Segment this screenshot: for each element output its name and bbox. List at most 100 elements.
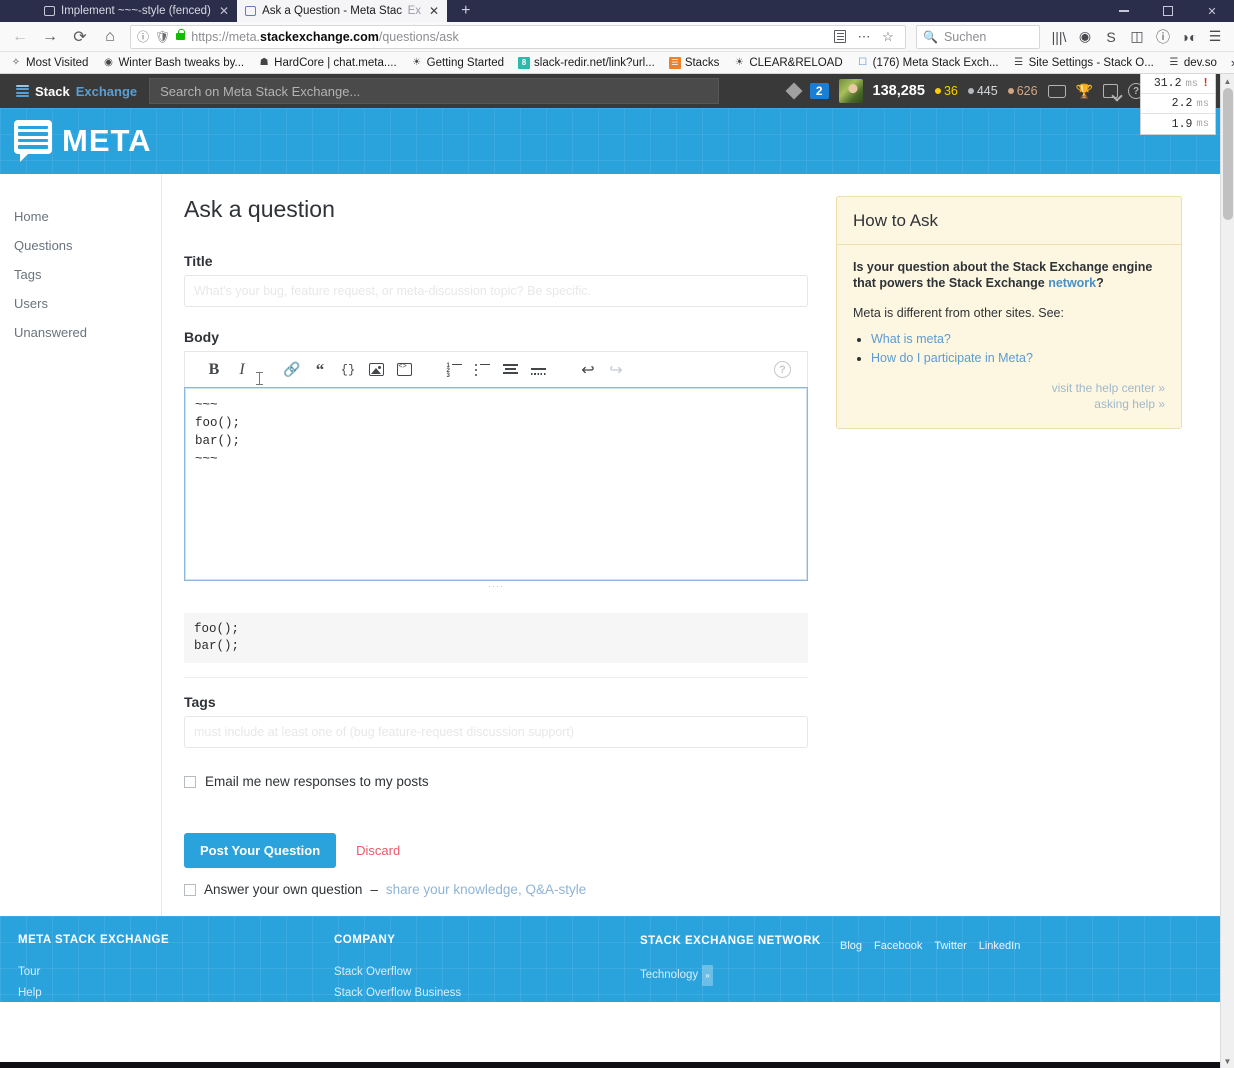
bookmark-item[interactable]: ☰ Stacks [663,53,726,73]
email-notify-row[interactable]: Email me new responses to my posts [184,774,812,789]
horizontal-rule-icon[interactable] [525,357,551,383]
answer-own-question-link[interactable]: share your knowledge, Q&A-style [386,882,586,897]
new-tab-button[interactable]: + [447,0,484,22]
palette-icon[interactable]: ◉ [1072,24,1098,50]
home-icon[interactable]: ⌂ [96,24,124,50]
link-icon[interactable]: 🔗 [279,357,305,383]
text-cursor-icon [256,372,263,385]
editor-help-icon[interactable]: ? [774,361,791,378]
page-scrollbar[interactable]: ▲ ▼ [1220,74,1234,1068]
italic-icon[interactable]: I [229,357,255,383]
bookmark-star-icon[interactable]: ☆ [877,26,899,48]
sidebar-item-users[interactable]: Users [0,289,161,318]
bookmark-item[interactable]: ◉ Winter Bash tweaks by... [96,53,250,73]
bookmark-item[interactable]: ☰ Site Settings - Stack O... [1007,53,1160,73]
close-button[interactable]: ✕ [1190,0,1234,22]
scroll-down-icon[interactable]: ▼ [1221,1054,1234,1068]
image-icon[interactable] [363,357,389,383]
tab-close-icon[interactable]: ✕ [219,5,229,17]
review-queue-icon[interactable] [1103,84,1118,98]
timing-warning-icon: ! [1202,77,1209,90]
numbered-list-icon[interactable]: 123 [441,357,467,383]
glasses-icon[interactable]: ◑◐ [1176,24,1202,50]
bookmark-item[interactable]: ☗ HardCore | chat.meta.... [252,53,403,73]
hamburger-menu-icon[interactable]: ☰ [1202,24,1228,50]
avatar[interactable] [838,79,863,103]
footer-link-twitter[interactable]: Twitter [934,936,966,957]
title-input[interactable]: What's your bug, feature request, or met… [184,275,808,307]
asking-help-link[interactable]: asking help » [853,396,1165,412]
achievements-trophy-icon[interactable]: 🏆 [1076,83,1093,100]
footer-link-tour[interactable]: Tour [18,962,334,983]
editor-resize-handle[interactable]: ···· [184,581,808,591]
footer-link-technology[interactable]: Technology» [640,965,840,986]
url-bar[interactable]: ⓘ 🛡 https://meta.stackexchange.com/quest… [130,24,906,49]
footer-link-help[interactable]: Help [18,983,334,1004]
back-icon[interactable]: ← [6,24,34,50]
footer-link-linkedin[interactable]: LinkedIn [979,936,1021,957]
footer-link-stack-overflow-business[interactable]: Stack Overflow Business [334,983,640,1004]
maximize-button[interactable] [1146,0,1190,22]
forward-icon[interactable]: → [36,24,64,50]
network-link[interactable]: network [1048,276,1096,290]
blockquote-icon[interactable]: “ [307,357,333,383]
tags-input[interactable]: must include at least one of (bug featur… [184,716,808,748]
tags-field-block: Tags must include at least one of (bug f… [184,694,812,748]
bookmark-item[interactable]: ☀ CLEAR&RELOAD [727,53,848,73]
footer-link-blog[interactable]: Blog [840,936,862,957]
discard-button[interactable]: Discard [356,843,400,858]
participate-in-meta-link[interactable]: How do I participate in Meta? [871,351,1033,365]
stack-exchange-logo[interactable]: Stack Exchange [10,84,145,99]
sidebar-item-home[interactable]: Home [0,202,161,231]
library-icon[interactable]: |||\ [1046,24,1072,50]
sidebar-item-unanswered[interactable]: Unanswered [0,318,161,347]
sidebar-icon[interactable]: ◫ [1124,24,1150,50]
footer-link-stack-overflow[interactable]: Stack Overflow [334,962,640,983]
reload-icon[interactable]: ⟳ [66,24,94,50]
browser-search-box[interactable]: 🔍 Suchen [916,24,1040,49]
site-search-input[interactable]: Search on Meta Stack Exchange... [149,78,720,104]
heading-icon[interactable] [497,357,523,383]
bookmark-item[interactable]: ✧ Most Visited [4,53,94,73]
post-question-button[interactable]: Post Your Question [184,833,337,868]
bookmark-item[interactable]: 8 slack-redir.net/link?url... [512,53,661,73]
inbox-icon[interactable] [1047,84,1066,98]
scrollbar-thumb[interactable] [1223,88,1233,220]
scroll-up-icon[interactable]: ▲ [1221,74,1234,88]
bookmark-item[interactable]: ☀ Getting Started [405,53,510,73]
meta-site-logo[interactable]: META [14,120,152,162]
tab-close-icon[interactable]: ✕ [429,5,439,17]
bookmarks-overflow-icon[interactable]: » [1225,55,1234,70]
redo-icon[interactable]: ↪ [603,357,629,383]
bookmark-item[interactable]: ☐ (176) Meta Stack Exch... [851,53,1005,73]
footer-link-facebook[interactable]: Facebook [874,936,922,957]
answer-own-question-checkbox[interactable] [184,883,196,896]
reader-view-icon[interactable] [829,26,851,48]
body-textarea[interactable]: ~~~ foo(); bar(); ~~~ [184,372,808,581]
undo-icon[interactable]: ↩ [575,357,601,383]
what-is-meta-link[interactable]: What is meta? [871,332,951,346]
site-switcher-icon[interactable] [785,82,803,100]
help-center-link[interactable]: visit the help center » [853,380,1165,396]
inbox-count-badge[interactable]: 2 [809,83,829,99]
answer-own-question-row[interactable]: Answer your own question – share your kn… [184,882,812,897]
browser-tab-2[interactable]: Ask a Question - Meta Stack Ex ✕ [237,0,448,22]
page-info-icon[interactable]: ⓘ [137,28,149,45]
footer-column-network: STACK EXCHANGE NETWORK Technology» [640,934,840,1002]
tracking-shield-icon[interactable]: 🛡 [155,30,170,44]
bookmark-item[interactable]: ☰ dev.so [1162,53,1223,73]
code-icon[interactable]: {} [335,357,361,383]
code-block-icon[interactable] [391,357,417,383]
info-circle-icon[interactable]: ⓘ [1150,24,1176,50]
bulleted-list-icon[interactable] [469,357,495,383]
page-actions-icon[interactable]: ⋯ [853,26,875,48]
sidebar-item-questions[interactable]: Questions [0,231,161,260]
minimize-button[interactable] [1102,0,1146,22]
stack-exchange-topbar: Stack Exchange Search on Meta Stack Excha… [0,74,1234,108]
email-notify-checkbox[interactable] [184,775,196,788]
browser-tab-1[interactable]: Implement ~~~-style (fenced) M ✕ [36,0,237,22]
stylish-icon[interactable]: S [1098,24,1124,50]
bold-icon[interactable]: B [201,357,227,383]
sidebar-item-tags[interactable]: Tags [0,260,161,289]
url-text: https://meta.stackexchange.com/questions… [191,30,823,44]
